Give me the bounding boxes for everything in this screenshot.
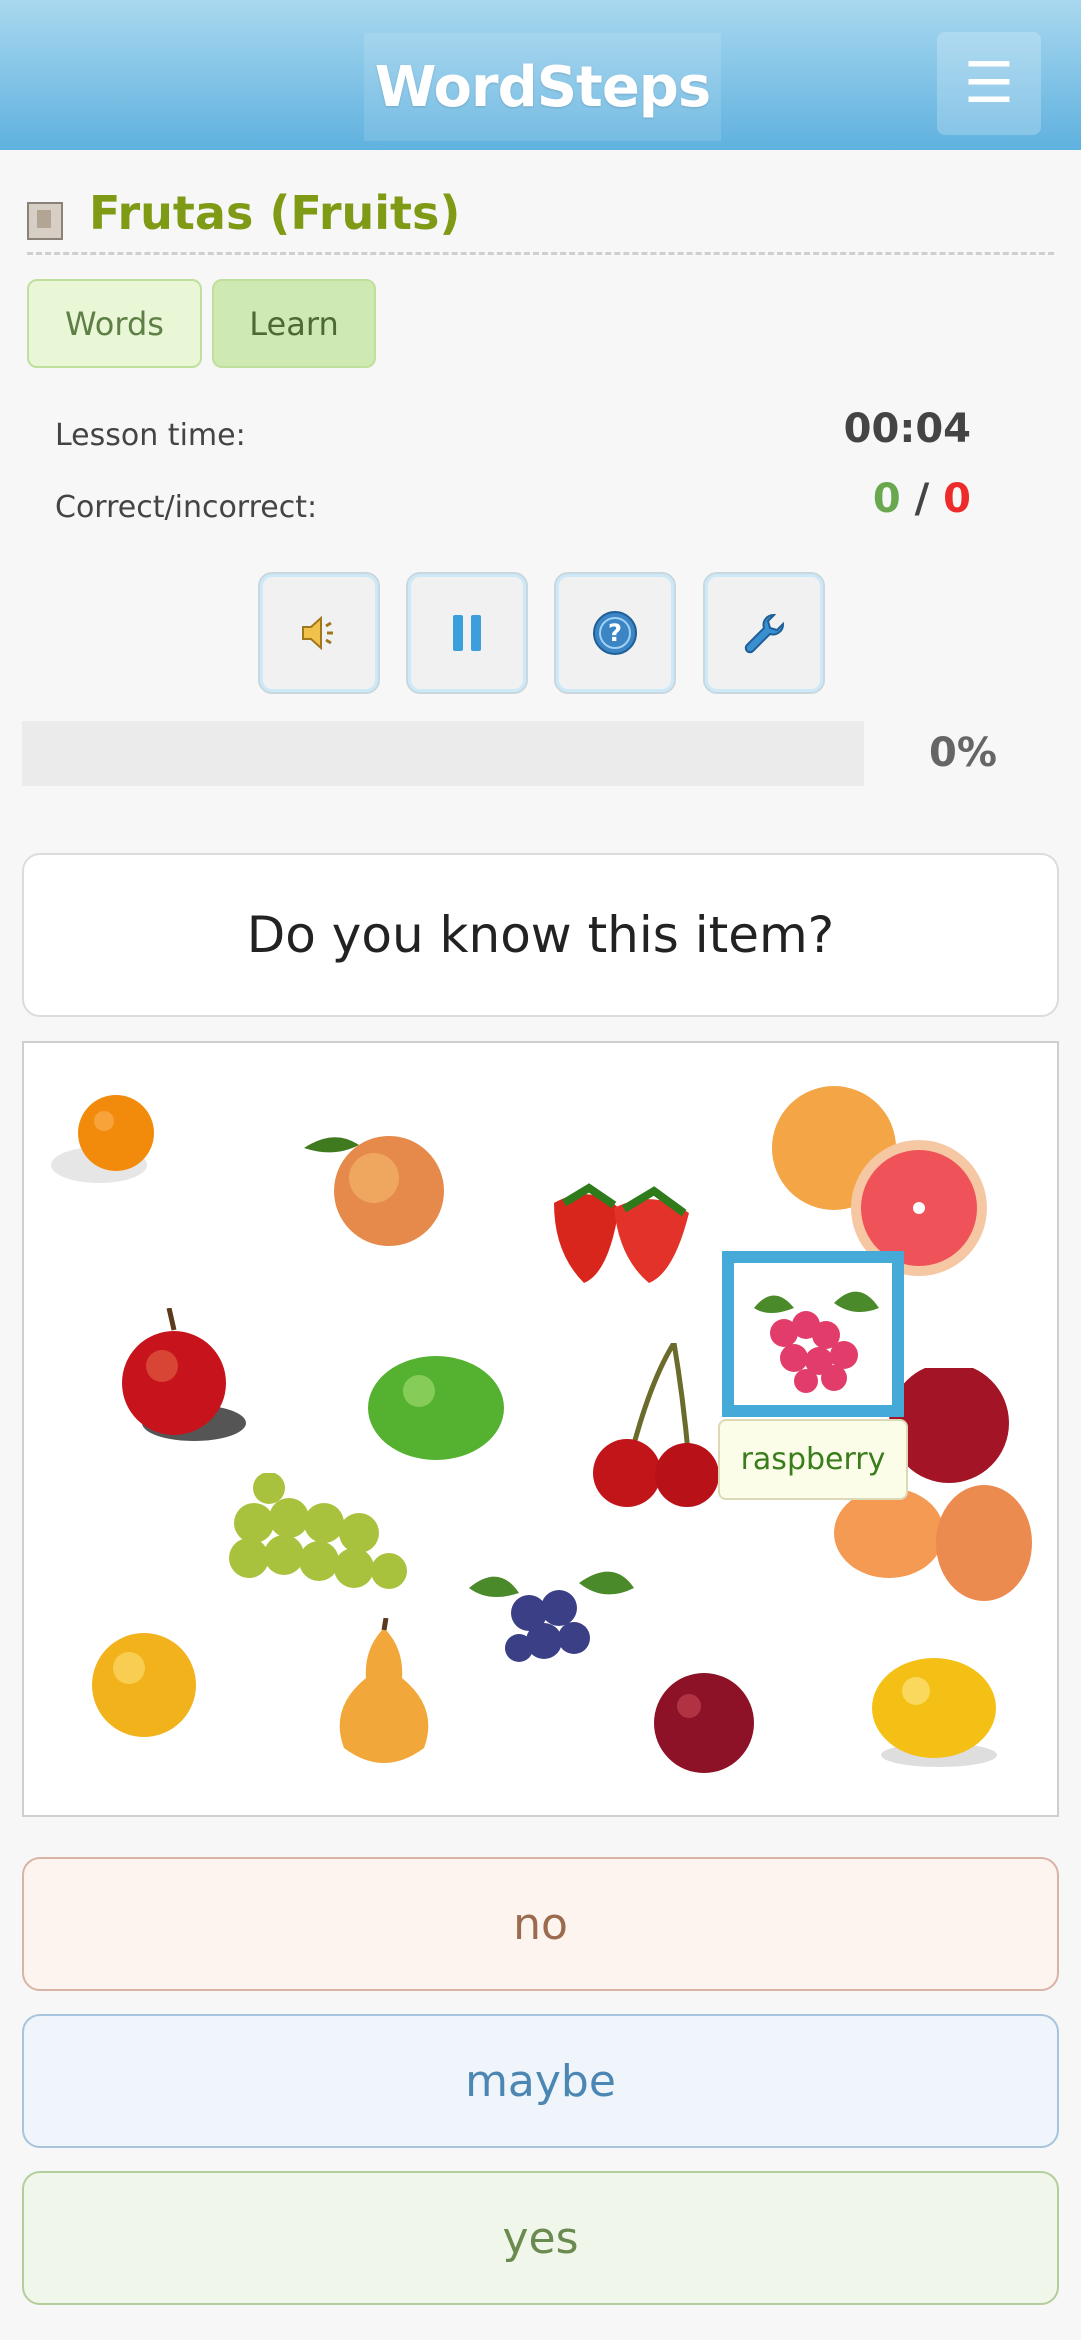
answer-no-button[interactable]: no — [22, 1857, 1059, 1991]
wrench-icon — [744, 614, 784, 654]
speaker-icon — [302, 615, 333, 651]
answer-yes-button[interactable]: yes — [22, 2171, 1059, 2305]
lesson-time-value: 00:04 — [843, 406, 971, 452]
settings-button[interactable] — [703, 572, 825, 694]
grapes-image[interactable] — [209, 1473, 409, 1603]
peach-image[interactable] — [299, 1123, 449, 1248]
page-title: Frutas (Fruits) — [89, 186, 461, 240]
strawberry-image[interactable] — [544, 1173, 704, 1288]
menu-button[interactable]: ☰ — [937, 32, 1041, 135]
tab-words[interactable]: Words — [27, 279, 202, 368]
answer-maybe-button[interactable]: maybe — [22, 2014, 1059, 2148]
apricot-image[interactable] — [84, 1623, 204, 1743]
lime-image[interactable] — [364, 1353, 509, 1468]
pause-button[interactable] — [406, 572, 528, 694]
wordsteps-logo[interactable]: WordSteps — [364, 33, 721, 141]
app-header: WordSteps ☰ — [0, 0, 1081, 150]
pear-image[interactable] — [324, 1618, 444, 1773]
blueberry-image[interactable] — [459, 1543, 639, 1683]
progress-percent: 0% — [929, 730, 997, 776]
correct-count: 0 — [872, 476, 901, 522]
tab-learn[interactable]: Learn — [212, 279, 376, 368]
apple-image[interactable] — [114, 1308, 264, 1448]
plum-image[interactable] — [649, 1668, 759, 1778]
question-prompt: Do you know this item? — [22, 853, 1059, 1017]
help-icon: ? — [593, 611, 637, 655]
score-separator: / — [914, 476, 930, 522]
orange-image[interactable] — [44, 1083, 184, 1193]
progress-bar — [22, 721, 864, 786]
item-name-tooltip: raspberry — [718, 1419, 908, 1500]
title-divider — [27, 252, 1054, 255]
lemon-image[interactable] — [864, 1653, 1004, 1773]
raspberry-image — [754, 1291, 879, 1393]
cherry-image[interactable] — [589, 1343, 719, 1513]
svg-text:?: ? — [608, 619, 622, 647]
correct-incorrect-value: 0 / 0 — [873, 476, 971, 522]
sound-button[interactable] — [258, 572, 380, 694]
highlighted-item-frame[interactable] — [722, 1251, 904, 1417]
pause-icon — [453, 615, 481, 651]
hamburger-menu-icon: ☰ — [963, 50, 1015, 116]
help-button[interactable]: ? — [554, 572, 676, 694]
correct-incorrect-label: Correct/incorrect: — [55, 490, 318, 525]
incorrect-count: 0 — [943, 476, 971, 522]
fruit-picture: raspberry — [22, 1041, 1059, 1817]
lesson-time-label: Lesson time: — [55, 418, 246, 453]
lesson-image-icon — [27, 202, 63, 240]
